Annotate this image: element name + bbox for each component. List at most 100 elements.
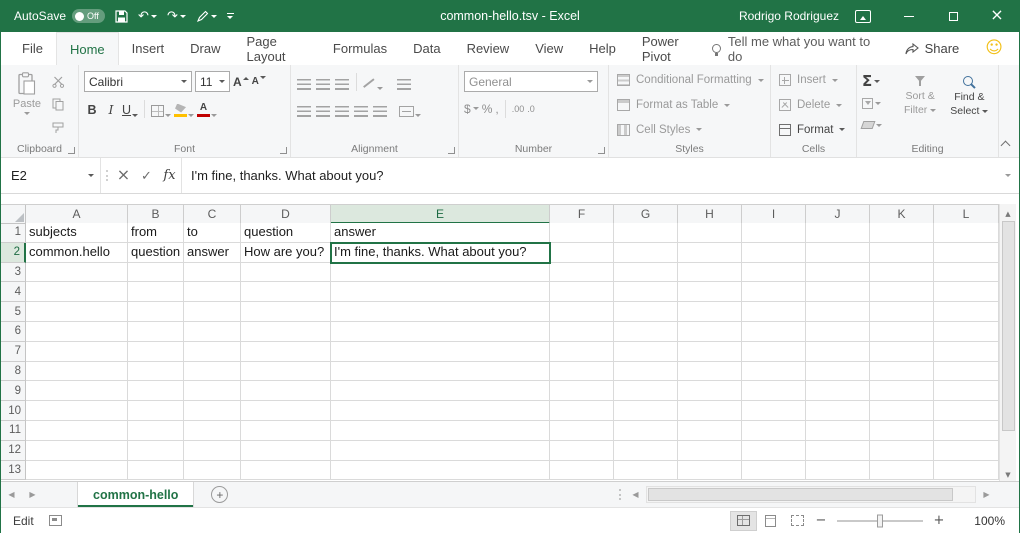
cell-G10[interactable] [614,401,678,421]
cell-B3[interactable] [128,263,184,283]
cell-L2[interactable] [934,243,999,263]
macro-record-button[interactable] [49,515,62,526]
borders-button[interactable] [151,99,171,119]
orientation-button[interactable] [363,72,383,92]
cell-F13[interactable] [550,461,614,481]
row-header-10[interactable]: 10 [1,401,26,421]
name-box[interactable]: E2 [1,158,101,193]
sort-filter-button[interactable]: Sort & Filter [896,69,945,141]
cell-G2[interactable] [614,243,678,263]
column-header-F[interactable]: F [550,205,614,224]
cell-J3[interactable] [806,263,870,283]
increase-decimal-button[interactable]: .00 [512,104,525,114]
cell-H5[interactable] [678,302,742,322]
cell-K13[interactable] [870,461,934,481]
tab-power-pivot[interactable]: Power Pivot [629,32,712,65]
wrap-text-button[interactable] [396,72,412,92]
cell-G5[interactable] [614,302,678,322]
scroll-down-button[interactable] [1000,465,1016,481]
row-header-5[interactable]: 5 [1,302,26,322]
increase-indent-button[interactable] [372,99,388,119]
cell-D7[interactable] [241,342,331,362]
cell-K8[interactable] [870,362,934,382]
cell-H7[interactable] [678,342,742,362]
cell-E4[interactable] [331,282,550,302]
cell-G13[interactable] [614,461,678,481]
align-bottom-button[interactable] [334,72,350,92]
cell-F4[interactable] [550,282,614,302]
font-name-select[interactable]: Calibri [84,71,192,92]
cell-D1[interactable]: question [241,223,331,243]
cell-L6[interactable] [934,322,999,342]
cell-D6[interactable] [241,322,331,342]
row-header-13[interactable]: 13 [1,461,26,481]
cell-I12[interactable] [742,441,806,461]
row-header-11[interactable]: 11 [1,421,26,441]
share-button[interactable]: Share [905,41,960,56]
cell-B12[interactable] [128,441,184,461]
font-dialog-launcher[interactable] [279,146,288,155]
column-header-C[interactable]: C [184,205,241,224]
decrease-indent-button[interactable] [353,99,369,119]
decrease-decimal-button[interactable]: .0 [527,104,535,114]
cell-E1[interactable]: answer [331,223,550,243]
cell-L3[interactable] [934,263,999,283]
row-header-12[interactable]: 12 [1,441,26,461]
horizontal-scrollbar[interactable] [625,482,997,507]
row-header-1[interactable]: 1 [1,223,26,243]
cell-F12[interactable] [550,441,614,461]
name-box-dropdown[interactable] [82,174,100,177]
cell-I3[interactable] [742,263,806,283]
cell-E6[interactable] [331,322,550,342]
cell-B11[interactable] [128,421,184,441]
cell-E12[interactable] [331,441,550,461]
cell-I1[interactable] [742,223,806,243]
cell-D8[interactable] [241,362,331,382]
clear-button[interactable] [862,115,896,135]
column-header-L[interactable]: L [934,205,999,224]
cell-C13[interactable] [184,461,241,481]
cell-I8[interactable] [742,362,806,382]
cell-D4[interactable] [241,282,331,302]
zoom-level[interactable]: 100% [959,514,1005,528]
cell-I6[interactable] [742,322,806,342]
cell-K4[interactable] [870,282,934,302]
cell-D10[interactable] [241,401,331,421]
cell-H1[interactable] [678,223,742,243]
column-header-D[interactable]: D [241,205,331,224]
font-color-button[interactable]: A [197,99,217,119]
zoom-out-button[interactable] [811,513,831,528]
user-account[interactable]: Rodrigo Rodriguez [739,9,839,23]
cell-A12[interactable] [26,441,128,461]
cell-H6[interactable] [678,322,742,342]
clipboard-dialog-launcher[interactable] [67,146,76,155]
cell-I13[interactable] [742,461,806,481]
horizontal-scroll-thumb[interactable] [648,488,953,501]
cell-H13[interactable] [678,461,742,481]
cell-A7[interactable] [26,342,128,362]
cell-L11[interactable] [934,421,999,441]
tell-me-search[interactable]: Tell me what you want to do [712,34,878,64]
comma-format-button[interactable]: , [495,102,498,116]
column-header-J[interactable]: J [806,205,870,224]
cell-K12[interactable] [870,441,934,461]
autosum-button[interactable]: Σ [862,71,896,91]
cell-A3[interactable] [26,263,128,283]
cell-H11[interactable] [678,421,742,441]
align-center-button[interactable] [315,99,331,119]
underline-button[interactable]: U [122,99,138,119]
cell-C6[interactable] [184,322,241,342]
bold-button[interactable]: B [84,99,100,119]
cell-F2[interactable] [550,243,614,263]
column-header-A[interactable]: A [26,205,128,224]
undo-button[interactable] [138,7,157,25]
cell-I5[interactable] [742,302,806,322]
cell-K9[interactable] [870,381,934,401]
cell-E9[interactable] [331,381,550,401]
cell-K3[interactable] [870,263,934,283]
cell-H12[interactable] [678,441,742,461]
page-layout-view-button[interactable] [757,511,784,531]
cell-A8[interactable] [26,362,128,382]
cell-G4[interactable] [614,282,678,302]
tab-formulas[interactable]: Formulas [320,32,400,65]
